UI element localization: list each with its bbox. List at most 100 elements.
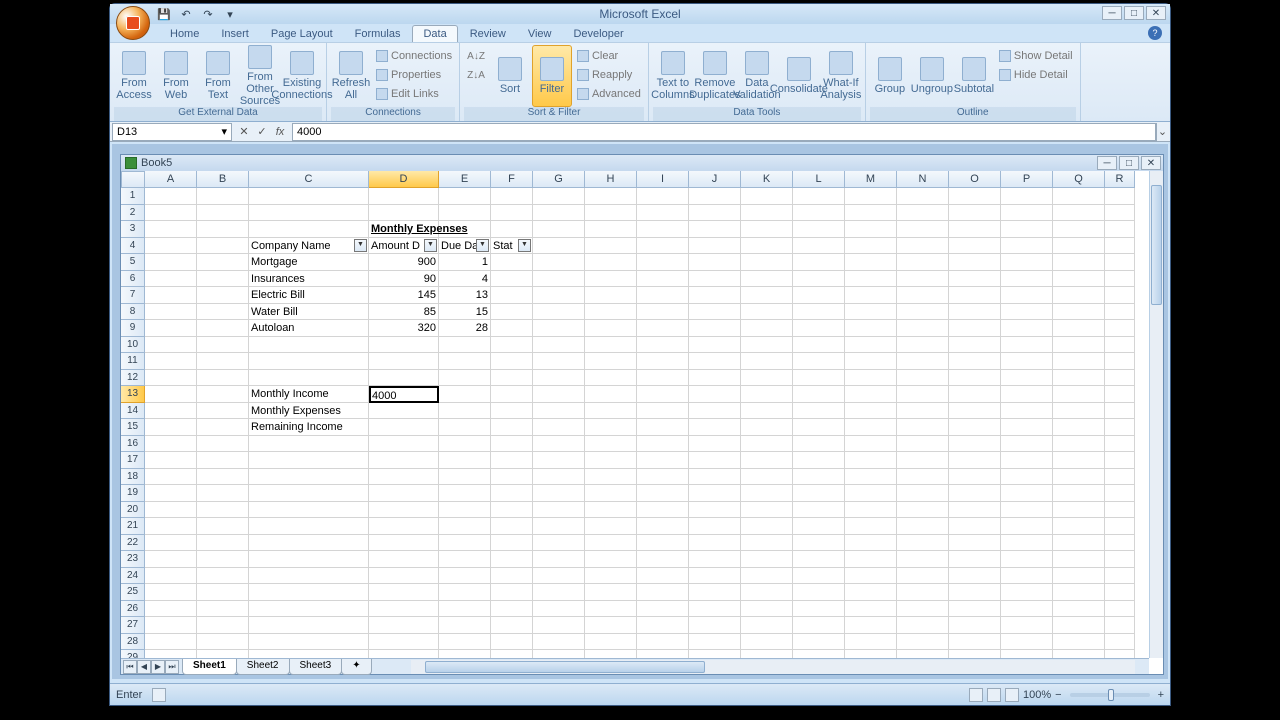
cell-Q2[interactable] (1053, 205, 1105, 222)
cell-P17[interactable] (1001, 452, 1053, 469)
cell-B21[interactable] (197, 518, 249, 535)
cell-H23[interactable] (585, 551, 637, 568)
cell-G11[interactable] (533, 353, 585, 370)
cell-K11[interactable] (741, 353, 793, 370)
cell-A24[interactable] (145, 568, 197, 585)
cell-D15[interactable] (369, 419, 439, 436)
cell-M22[interactable] (845, 535, 897, 552)
cell-C26[interactable] (249, 601, 369, 618)
cell-J22[interactable] (689, 535, 741, 552)
cell-H25[interactable] (585, 584, 637, 601)
cell-L3[interactable] (793, 221, 845, 238)
cell-Q14[interactable] (1053, 403, 1105, 420)
cell-J2[interactable] (689, 205, 741, 222)
row-header-19[interactable]: 19 (121, 485, 145, 502)
cell-K12[interactable] (741, 370, 793, 387)
cell-L9[interactable] (793, 320, 845, 337)
row-header-20[interactable]: 20 (121, 502, 145, 519)
cell-M21[interactable] (845, 518, 897, 535)
cell-A13[interactable] (145, 386, 197, 403)
cell-A11[interactable] (145, 353, 197, 370)
cell-H27[interactable] (585, 617, 637, 634)
cell-M9[interactable] (845, 320, 897, 337)
cell-G28[interactable] (533, 634, 585, 651)
cell-Q13[interactable] (1053, 386, 1105, 403)
cell-J28[interactable] (689, 634, 741, 651)
cell-D23[interactable] (369, 551, 439, 568)
cell-D1[interactable] (369, 188, 439, 205)
cell-K13[interactable] (741, 386, 793, 403)
cell-M1[interactable] (845, 188, 897, 205)
cell-C4[interactable]: Company Name▼ (249, 238, 369, 255)
column-header-I[interactable]: I (637, 171, 689, 188)
filter-dropdown-icon[interactable]: ▼ (518, 239, 531, 252)
cell-H11[interactable] (585, 353, 637, 370)
show-detail-button[interactable]: Show Detail (996, 47, 1076, 65)
column-header-B[interactable]: B (197, 171, 249, 188)
zoom-slider[interactable] (1070, 693, 1150, 697)
cell-O17[interactable] (949, 452, 1001, 469)
cell-P2[interactable] (1001, 205, 1053, 222)
cell-C24[interactable] (249, 568, 369, 585)
cell-P20[interactable] (1001, 502, 1053, 519)
tab-view[interactable]: View (518, 26, 562, 42)
cell-Q6[interactable] (1053, 271, 1105, 288)
cell-A6[interactable] (145, 271, 197, 288)
cell-P3[interactable] (1001, 221, 1053, 238)
cell-N19[interactable] (897, 485, 949, 502)
cell-M13[interactable] (845, 386, 897, 403)
cell-J11[interactable] (689, 353, 741, 370)
column-header-A[interactable]: A (145, 171, 197, 188)
cell-P26[interactable] (1001, 601, 1053, 618)
cell-D27[interactable] (369, 617, 439, 634)
cell-E2[interactable] (439, 205, 491, 222)
cell-J24[interactable] (689, 568, 741, 585)
column-header-F[interactable]: F (491, 171, 533, 188)
cell-I7[interactable] (637, 287, 689, 304)
qat-dropdown-icon[interactable]: ▾ (222, 6, 238, 22)
macro-record-icon[interactable] (152, 688, 166, 702)
column-header-O[interactable]: O (949, 171, 1001, 188)
cell-D26[interactable] (369, 601, 439, 618)
cell-B18[interactable] (197, 469, 249, 486)
cell-F19[interactable] (491, 485, 533, 502)
cell-L5[interactable] (793, 254, 845, 271)
cell-E28[interactable] (439, 634, 491, 651)
cell-M17[interactable] (845, 452, 897, 469)
cell-I21[interactable] (637, 518, 689, 535)
cell-A28[interactable] (145, 634, 197, 651)
cell-O11[interactable] (949, 353, 1001, 370)
cell-A17[interactable] (145, 452, 197, 469)
cell-I17[interactable] (637, 452, 689, 469)
cell-O23[interactable] (949, 551, 1001, 568)
cell-I5[interactable] (637, 254, 689, 271)
cell-N23[interactable] (897, 551, 949, 568)
cell-A3[interactable] (145, 221, 197, 238)
cell-L1[interactable] (793, 188, 845, 205)
cell-B2[interactable] (197, 205, 249, 222)
cell-K14[interactable] (741, 403, 793, 420)
filter-dropdown-icon[interactable]: ▼ (354, 239, 367, 252)
cell-I12[interactable] (637, 370, 689, 387)
cell-H6[interactable] (585, 271, 637, 288)
zoom-out-button[interactable]: − (1055, 689, 1061, 701)
formula-input[interactable]: 4000 (292, 123, 1156, 141)
cell-G22[interactable] (533, 535, 585, 552)
advanced-button[interactable]: Advanced (574, 85, 644, 103)
cell-Q18[interactable] (1053, 469, 1105, 486)
cell-D7[interactable]: 145 (369, 287, 439, 304)
cell-A12[interactable] (145, 370, 197, 387)
cell-N2[interactable] (897, 205, 949, 222)
cell-O5[interactable] (949, 254, 1001, 271)
cell-O29[interactable] (949, 650, 1001, 658)
tab-page-layout[interactable]: Page Layout (261, 26, 343, 42)
cell-J23[interactable] (689, 551, 741, 568)
cell-I27[interactable] (637, 617, 689, 634)
cell-H24[interactable] (585, 568, 637, 585)
cell-R22[interactable] (1105, 535, 1135, 552)
filter-dropdown-icon[interactable]: ▼ (476, 239, 489, 252)
cell-E5[interactable]: 1 (439, 254, 491, 271)
cell-N20[interactable] (897, 502, 949, 519)
cell-A20[interactable] (145, 502, 197, 519)
cell-B5[interactable] (197, 254, 249, 271)
